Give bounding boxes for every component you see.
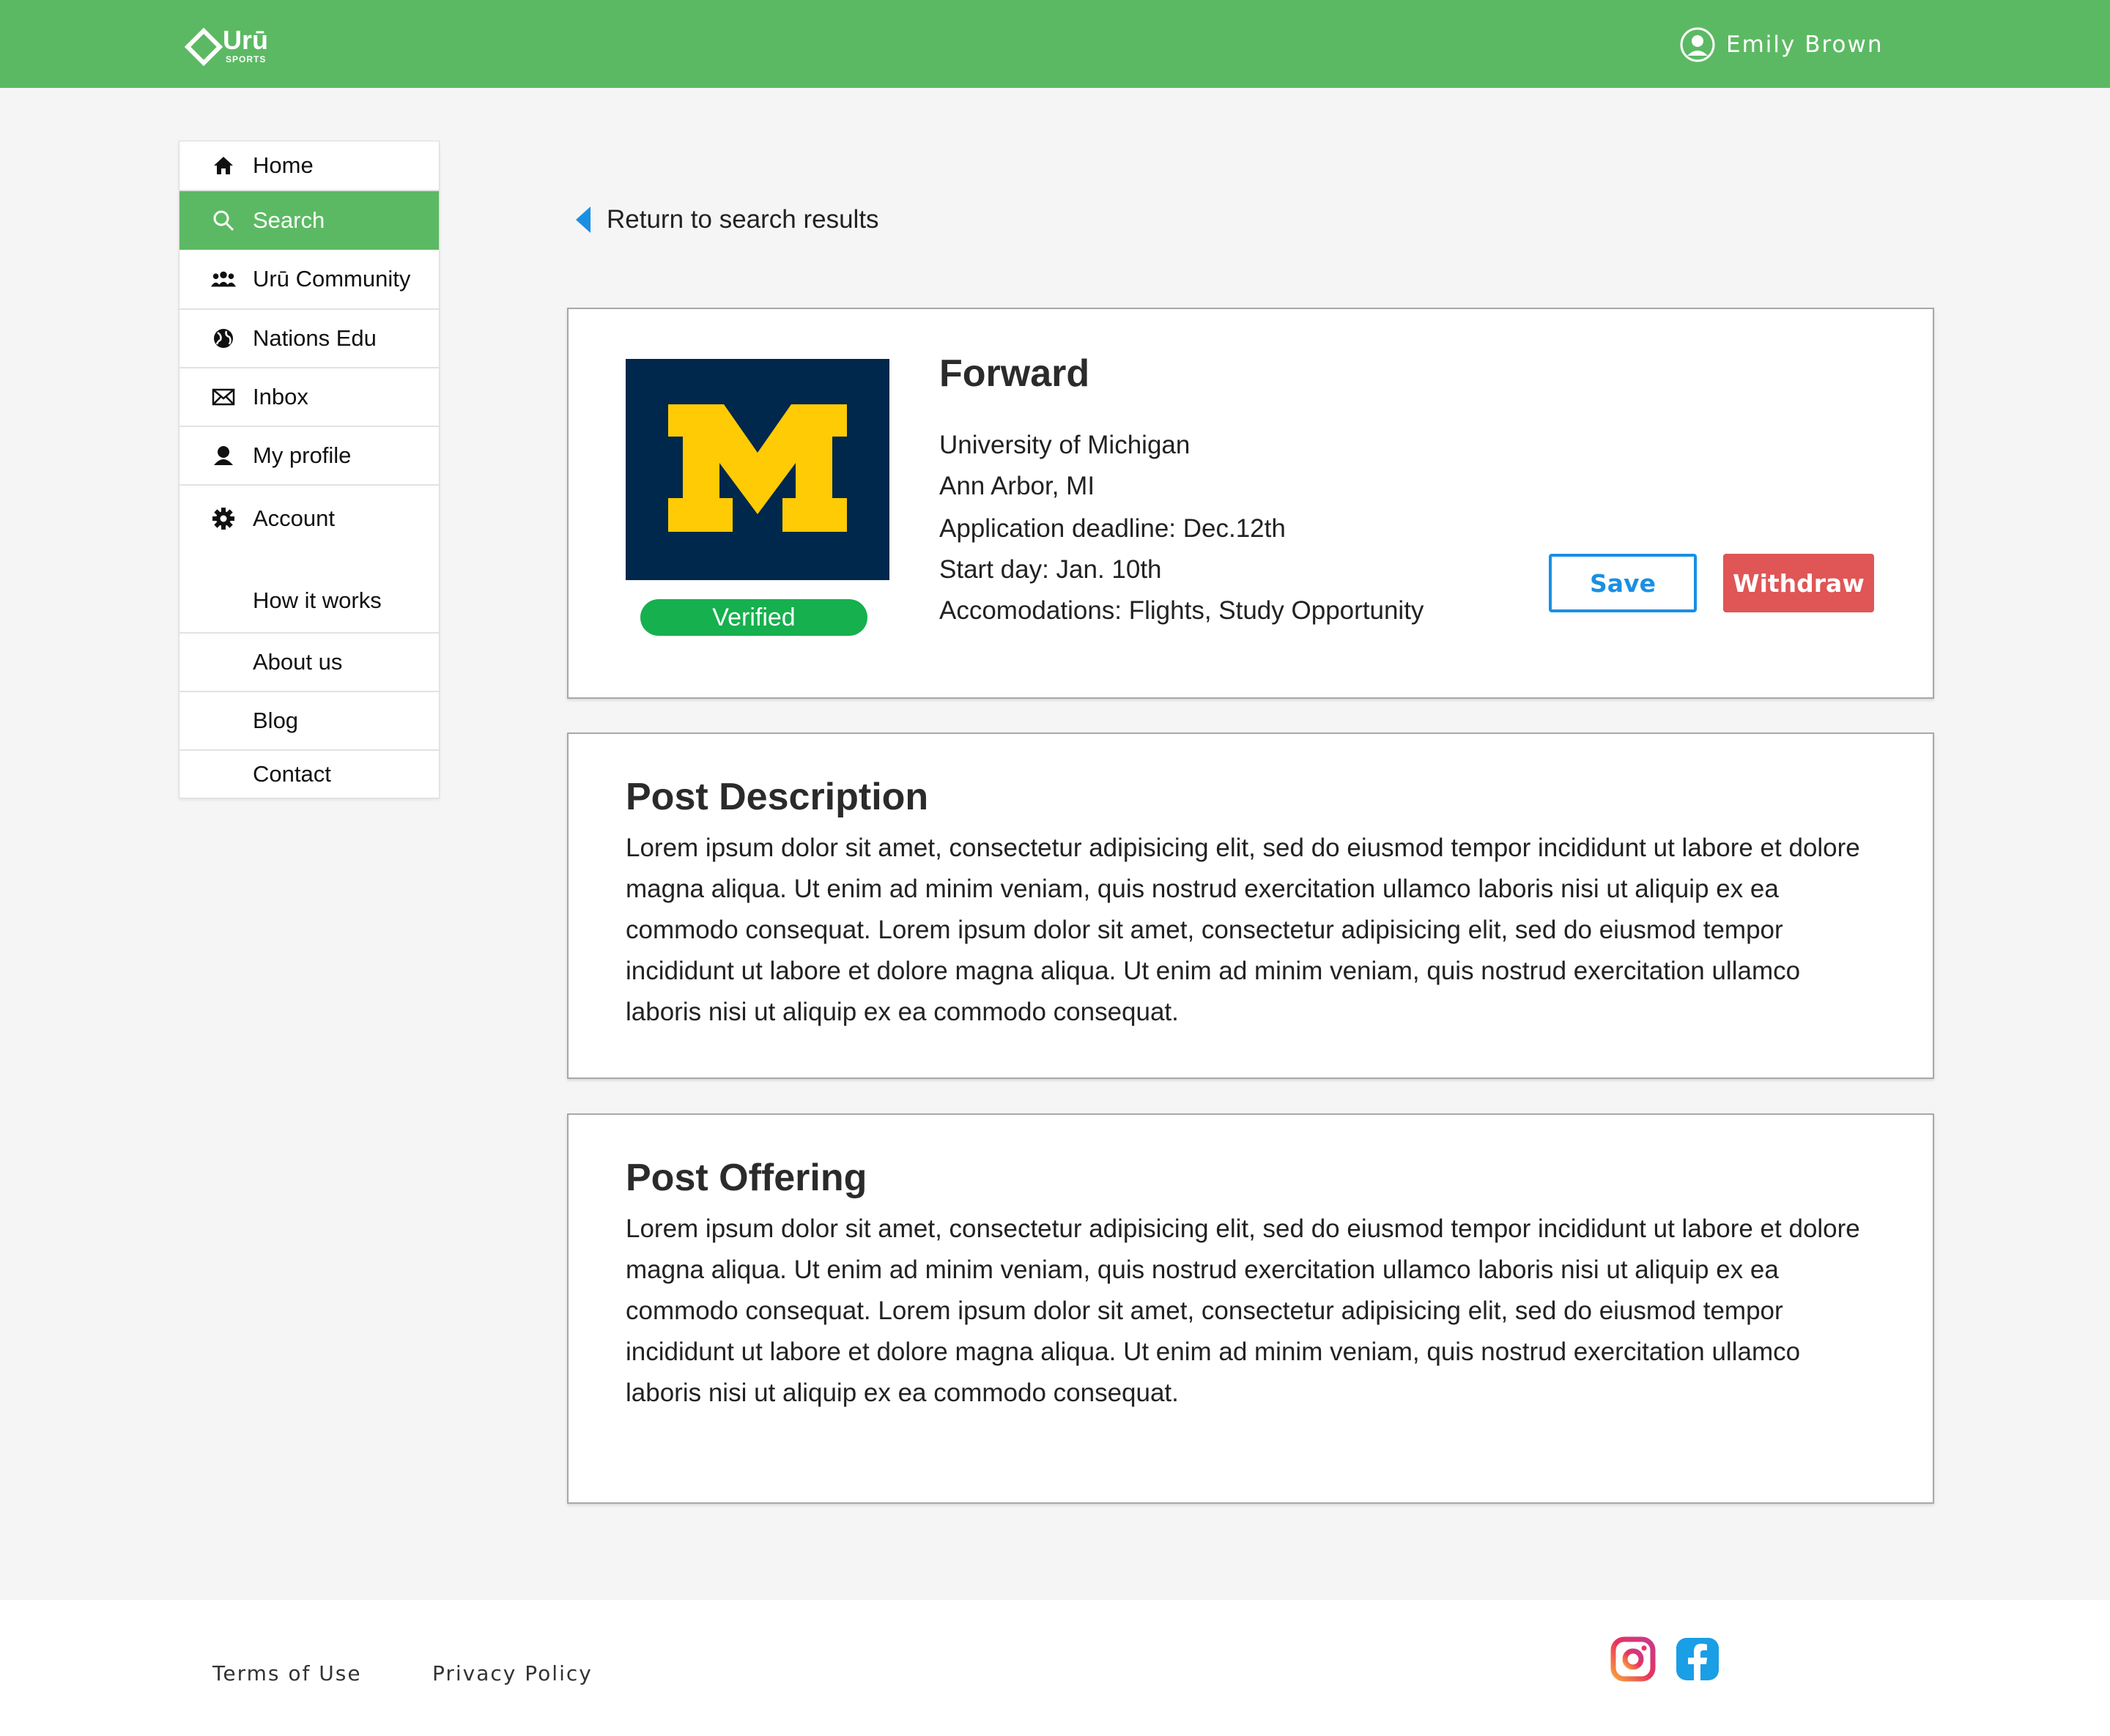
post-school: University of Michigan [939,431,1191,459]
user-menu[interactable]: Emily Brown [1679,26,1884,63]
post-start-day: Start day: Jan. 10th [939,555,1162,584]
sidebar-nav: Home Search Urū Community Nations Edu In… [179,141,440,798]
sidebar-item-contact[interactable]: Contact [179,751,439,798]
home-icon [210,152,237,179]
sidebar-item-inbox[interactable]: Inbox [179,368,439,427]
post-accommodations: Accomodations: Flights, Study Opportunit… [939,596,1424,625]
withdraw-button[interactable]: Withdraw [1723,554,1874,612]
post-offering-title: Post Offering [626,1157,867,1199]
community-icon [210,266,237,292]
sidebar-item-community[interactable]: Urū Community [179,250,439,310]
top-bar: Urū SPORTS Emily Brown [0,0,2110,88]
sidebar-item-blog[interactable]: Blog [179,692,439,751]
verified-badge: Verified [640,599,867,636]
mail-icon [210,384,237,410]
sidebar-item-nations-edu[interactable]: Nations Edu [179,310,439,368]
sidebar-item-about-us[interactable]: About us [179,634,439,692]
post-offering-card: Post Offering Lorem ipsum dolor sit amet… [567,1113,1934,1504]
user-avatar-icon [1680,27,1715,62]
instagram-icon[interactable] [1610,1636,1656,1682]
post-description-title: Post Description [626,776,929,818]
search-icon [210,207,237,234]
post-location: Ann Arbor, MI [939,472,1095,500]
facebook-icon[interactable] [1675,1636,1720,1682]
sidebar-item-my-profile[interactable]: My profile [179,427,439,486]
return-to-search-link[interactable]: Return to search results [574,202,879,237]
privacy-policy-link[interactable]: Privacy Policy [432,1661,593,1685]
sidebar-item-search[interactable]: Search [179,191,439,250]
return-link-label: Return to search results [607,205,879,234]
uru-sports-logo[interactable]: Urū SPORTS [185,22,287,69]
logo-mark-icon [185,28,223,66]
sidebar-item-home[interactable]: Home [179,141,439,191]
university-logo [626,359,889,580]
sidebar-item-account[interactable]: Account [179,486,439,552]
footer: Terms of Use Privacy Policy [0,1600,2110,1736]
post-offering-text: Lorem ipsum dolor sit amet, consectetur … [626,1214,1860,1407]
terms-of-use-link[interactable]: Terms of Use [212,1661,362,1685]
globe-icon [210,325,237,352]
post-description-text: Lorem ipsum dolor sit amet, consectetur … [626,834,1860,1026]
save-button[interactable]: Save [1549,554,1697,612]
logo-subtext: SPORTS [226,54,267,64]
post-description-card: Post Description Lorem ipsum dolor sit a… [567,732,1934,1079]
logo-text: Urū [223,25,268,55]
post-title: Forward [939,352,1090,395]
gear-icon [210,505,237,532]
user-name: Emily Brown [1726,31,1884,58]
sidebar-item-how-it-works[interactable]: How it works [179,569,439,634]
back-arrow-icon [576,207,591,233]
post-summary-card: Verified Forward University of Michigan … [567,308,1934,699]
post-deadline: Application deadline: Dec.12th [939,514,1286,543]
user-icon [210,442,237,469]
